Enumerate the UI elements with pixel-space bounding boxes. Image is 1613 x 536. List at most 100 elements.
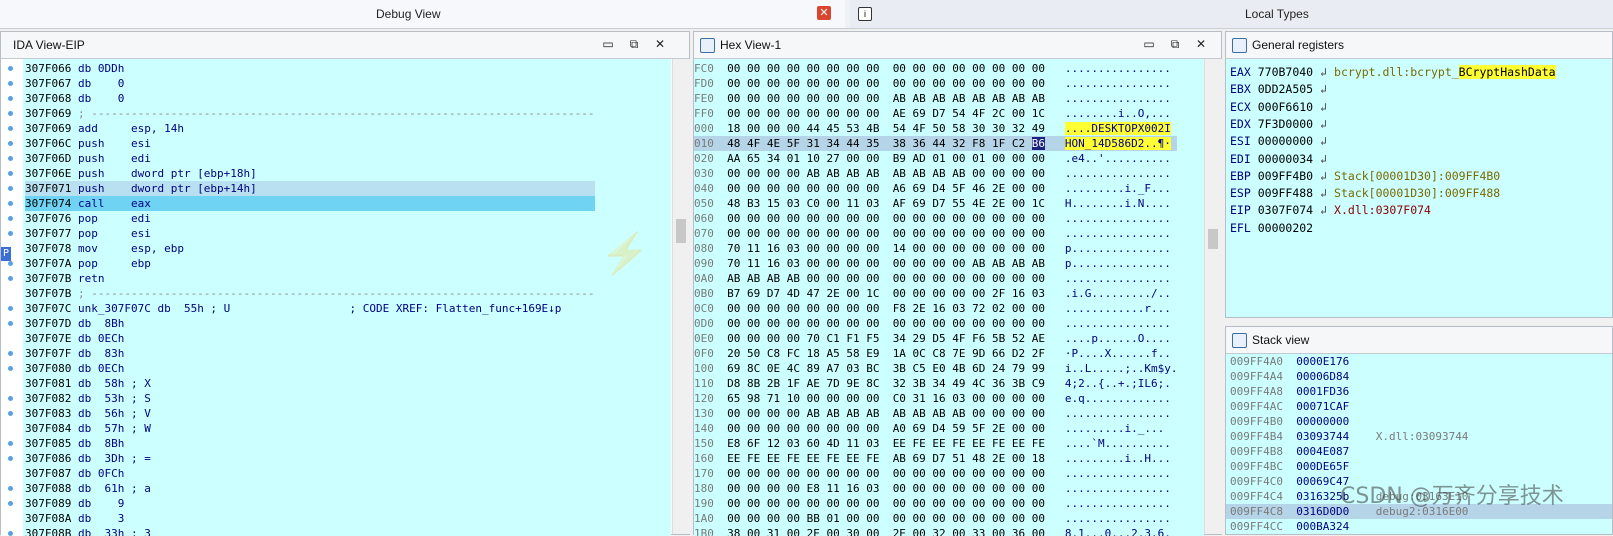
breakpoint-dot-icon[interactable]: [8, 276, 13, 281]
stack-row[interactable]: 009FF4CC 000BA324: [1226, 519, 1612, 534]
jump-arrow-icon[interactable]: ↲: [1313, 184, 1327, 202]
breakpoint-dot-icon[interactable]: [8, 456, 13, 461]
jump-arrow-icon[interactable]: ↲: [1313, 63, 1327, 81]
jump-arrow-icon[interactable]: ↲: [1313, 132, 1327, 150]
hex-cursor-byte[interactable]: B6: [1031, 137, 1046, 150]
stack-row[interactable]: 009FF4B8 0004E087: [1226, 444, 1612, 459]
disasm-line[interactable]: 307F086 db 3Dh ; =: [25, 451, 595, 466]
breakpoint-dot-icon[interactable]: [8, 96, 13, 101]
hex-row[interactable]: 020 AA 65 34 01 10 27 00 00 B9 AD 01 00 …: [694, 151, 1177, 166]
register-row[interactable]: EFL 00000202: [1230, 219, 1320, 237]
hex-row[interactable]: 0C0 00 00 00 00 00 00 00 00 F8 2E 16 03 …: [694, 301, 1177, 316]
disasm-line[interactable]: 307F074 call eax: [25, 196, 595, 211]
disasm-line[interactable]: 307F07A pop ebp: [25, 256, 595, 271]
close-panel-icon[interactable]: ✕: [653, 37, 667, 51]
breakpoint-dot-icon[interactable]: [8, 441, 13, 446]
hex-row[interactable]: 040 00 00 00 00 00 00 00 00 A6 69 D4 5F …: [694, 181, 1177, 196]
disasm-line[interactable]: 307F083 db 56h ; V: [25, 406, 595, 421]
disasm-line[interactable]: 307F069 add esp, 14h: [25, 121, 595, 136]
breakpoint-dot-icon[interactable]: [8, 141, 13, 146]
hex-row[interactable]: 150 E8 6F 12 03 60 4D 11 03 EE FE EE FE …: [694, 436, 1177, 451]
disasm-line[interactable]: 307F069 ; ------------------------------…: [25, 106, 595, 121]
disasm-line[interactable]: 307F087 db 0FCh: [25, 466, 595, 481]
hex-row[interactable]: FE0 00 00 00 00 00 00 00 00 AB AB AB AB …: [694, 91, 1177, 106]
disasm-line[interactable]: 307F07F db 83h: [25, 346, 595, 361]
hex-row[interactable]: 120 65 98 71 10 00 00 00 00 C0 31 16 03 …: [694, 391, 1177, 406]
hex-row[interactable]: 0F0 20 50 C8 FC 18 A5 58 E9 1A 0C C8 7E …: [694, 346, 1177, 361]
restore-icon[interactable]: ⧉: [1168, 37, 1182, 51]
jump-arrow-icon[interactable]: ↲: [1313, 98, 1327, 116]
ida-scrollbar[interactable]: [672, 59, 690, 534]
stack-row[interactable]: 009FF4BC 000DE65F: [1226, 459, 1612, 474]
disasm-line[interactable]: 307F076 pop edi: [25, 211, 595, 226]
hex-row[interactable]: FF0 00 00 00 00 00 00 00 00 AE 69 D7 54 …: [694, 106, 1177, 121]
disasm-line[interactable]: 307F071 push dword ptr [ebp+14h]: [25, 181, 595, 196]
breakpoint-dot-icon[interactable]: [8, 351, 13, 356]
close-icon[interactable]: ✕: [817, 6, 831, 20]
close-panel-icon[interactable]: ✕: [1194, 37, 1208, 51]
hex-row[interactable]: 090 70 11 16 03 00 00 00 00 00 00 00 00 …: [694, 256, 1177, 271]
hex-row[interactable]: 190 00 00 00 00 00 00 00 00 00 00 00 00 …: [694, 496, 1177, 511]
hex-row[interactable]: 010 48 4F 4E 5F 31 34 44 35 38 36 44 32 …: [694, 136, 1178, 151]
register-row[interactable]: ECX 000F6610 ↲: [1230, 98, 1334, 116]
stack-row[interactable]: 009FF4A4 00006D84: [1226, 369, 1612, 384]
hex-row[interactable]: 100 69 8C 0E 4C 89 A7 03 BC 3B C5 E0 4B …: [694, 361, 1177, 376]
register-row[interactable]: EBP 009FF4B0 ↲ Stack[00001D30]:009FF4B0: [1230, 167, 1500, 185]
breakpoint-dot-icon[interactable]: [8, 126, 13, 131]
disasm-line[interactable]: 307F082 db 53h ; S: [25, 391, 595, 406]
hex-row[interactable]: 000 18 00 00 00 44 45 53 4B 54 4F 50 58 …: [694, 121, 1177, 136]
disasm-line[interactable]: 307F07E db 0ECh: [25, 331, 595, 346]
hex-row[interactable]: 130 00 00 00 00 AB AB AB AB AB AB AB AB …: [694, 406, 1177, 421]
disasm-line[interactable]: 307F06C push esi: [25, 136, 595, 151]
hex-row[interactable]: 110 D8 8B 2B 1F AE 7D 9E 8C 32 3B 34 49 …: [694, 376, 1177, 391]
stack-row[interactable]: 009FF4A8 0001FD36: [1226, 384, 1612, 399]
hex-row[interactable]: 060 00 00 00 00 00 00 00 00 00 00 00 00 …: [694, 211, 1177, 226]
hex-scrollbar[interactable]: [1204, 59, 1222, 534]
hex-row[interactable]: 1A0 00 00 00 00 BB 01 00 00 00 00 00 00 …: [694, 511, 1177, 526]
breakpoint-dot-icon[interactable]: [8, 231, 13, 236]
minimize-icon[interactable]: ▭: [1142, 37, 1156, 51]
disasm-line[interactable]: 307F077 pop esi: [25, 226, 595, 241]
register-row[interactable]: ESP 009FF488 ↲ Stack[00001D30]:009FF488: [1230, 184, 1500, 202]
jump-arrow-icon[interactable]: ↲: [1313, 80, 1327, 98]
disasm-line[interactable]: 307F078 mov esp, ebp: [25, 241, 595, 256]
breakpoint-dot-icon[interactable]: [8, 201, 13, 206]
ida-disassembly[interactable]: 307F066 db 0DDh 307F067 db 0 307F068 db 03…: [1, 59, 671, 536]
hex-row[interactable]: 140 00 00 00 00 00 00 00 00 A0 69 D4 59 …: [694, 421, 1177, 436]
breakpoint-dot-icon[interactable]: [8, 171, 13, 176]
restore-icon[interactable]: ⧉: [627, 37, 641, 51]
hex-row[interactable]: FC0 00 00 00 00 00 00 00 00 00 00 00 00 …: [694, 61, 1177, 76]
disasm-line[interactable]: 307F07B retn: [25, 271, 595, 286]
disasm-line[interactable]: 307F06D push edi: [25, 151, 595, 166]
breakpoint-dot-icon[interactable]: [8, 156, 13, 161]
disasm-line[interactable]: 307F067 db 0: [25, 76, 595, 91]
breakpoint-dot-icon[interactable]: [8, 486, 13, 491]
stack-row[interactable]: 009FF4A0 0000E176: [1226, 354, 1612, 369]
jump-arrow-icon[interactable]: ↲: [1313, 167, 1327, 185]
disasm-line[interactable]: 307F068 db 0: [25, 91, 595, 106]
disasm-line[interactable]: 307F088 db 61h ; a: [25, 481, 595, 496]
register-row[interactable]: EAX 770B7040 ↲ bcrypt.dll:bcrypt_BCryptH…: [1230, 63, 1556, 81]
minimize-icon[interactable]: ▭: [601, 37, 615, 51]
breakpoint-dot-icon[interactable]: [8, 66, 13, 71]
register-row[interactable]: EBX 0DD2A505 ↲: [1230, 80, 1334, 98]
breakpoint-dot-icon[interactable]: [8, 216, 13, 221]
disasm-line[interactable]: 307F06E push dword ptr [ebp+18h]: [25, 166, 595, 181]
tab-debug-view[interactable]: Debug View ✕: [0, 0, 845, 28]
disasm-line[interactable]: 307F084 db 57h ; W: [25, 421, 595, 436]
hex-row[interactable]: 050 48 B3 15 03 C0 00 11 03 AF 69 D7 55 …: [694, 196, 1177, 211]
disasm-line[interactable]: 307F07D db 8Bh: [25, 316, 595, 331]
tab-local-types[interactable]: i Local Types: [850, 0, 1613, 28]
hex-row[interactable]: 070 00 00 00 00 00 00 00 00 00 00 00 00 …: [694, 226, 1177, 241]
hex-row[interactable]: 0B0 B7 69 D7 4D 47 2E 00 1C 00 00 00 00 …: [694, 286, 1177, 301]
breakpoint-dot-icon[interactable]: [8, 321, 13, 326]
disasm-line[interactable]: 307F07B ; ------------------------------…: [25, 286, 595, 301]
hex-dump[interactable]: FC0 00 00 00 00 00 00 00 00 00 00 00 00 …: [694, 59, 1204, 536]
hex-row[interactable]: 160 EE FE EE FE EE FE EE FE AB 69 D7 51 …: [694, 451, 1177, 466]
disasm-line[interactable]: 307F066 db 0DDh: [25, 61, 595, 76]
disasm-line[interactable]: 307F085 db 8Bh: [25, 436, 595, 451]
breakpoint-dot-icon[interactable]: [8, 261, 13, 266]
breakpoint-dot-icon[interactable]: [8, 366, 13, 371]
disasm-line[interactable]: 307F080 db 0ECh: [25, 361, 595, 376]
breakpoint-dot-icon[interactable]: [8, 531, 13, 536]
